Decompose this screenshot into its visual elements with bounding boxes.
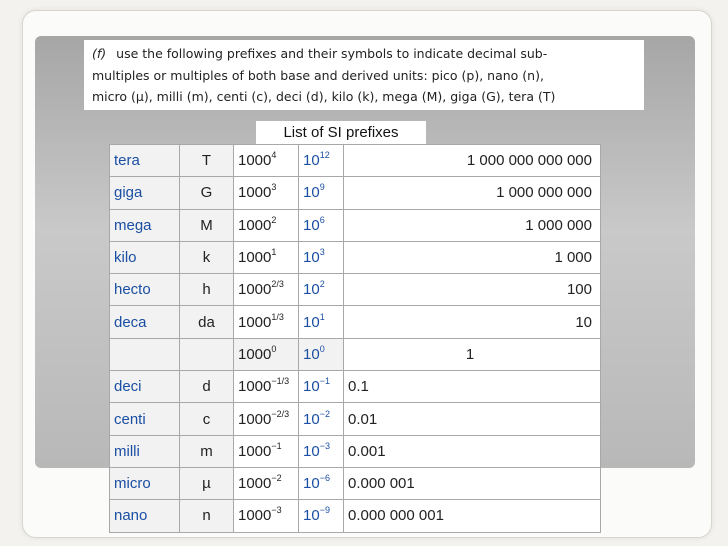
decimal-value: 0.1 [343, 370, 601, 404]
base-power: 1000−3 [233, 499, 299, 533]
scientific-power[interactable]: 10−1 [298, 370, 344, 404]
table-row: centi c 1000−2/3 10−2 0.01 [109, 402, 601, 436]
scientific-power[interactable]: 10−3 [298, 434, 344, 468]
base-power: 10001/3 [233, 305, 299, 339]
scientific-power[interactable]: 101 [298, 305, 344, 339]
base-power: 10000 [233, 337, 299, 372]
prefix-name[interactable]: giga [109, 176, 180, 210]
prefix-symbol: h [179, 273, 234, 307]
scientific-power[interactable]: 109 [298, 176, 344, 210]
prefix-name[interactable]: milli [109, 434, 180, 468]
rule-line-3: micro (µ), milli (m), centi (c), deci (d… [92, 89, 556, 104]
prefix-name[interactable]: hecto [109, 273, 180, 307]
table-row: deci d 1000−1/3 10−1 0.1 [109, 370, 601, 404]
scientific-power[interactable]: 10−6 [298, 466, 344, 501]
prefix-symbol: m [179, 434, 234, 468]
base-power: 1000−2 [233, 466, 299, 501]
decimal-value: 1 000 000 000 [343, 176, 601, 210]
table-row: micro µ 1000−2 10−6 0.000 001 [109, 466, 601, 501]
si-prefix-table: tera T 10004 1012 1 000 000 000 000 giga… [109, 143, 601, 533]
table-row: giga G 10003 109 1 000 000 000 [109, 176, 601, 210]
base-power: 1000−2/3 [233, 402, 299, 436]
base-power: 10003 [233, 176, 299, 210]
scientific-power[interactable]: 106 [298, 208, 344, 242]
prefix-name[interactable]: mega [109, 208, 180, 242]
prefix-name[interactable]: deca [109, 305, 180, 339]
table-row: nano n 1000−3 10−9 0.000 000 001 [109, 499, 601, 533]
table-row: hecto h 10002/3 102 100 [109, 273, 601, 307]
decimal-value: 1 [343, 337, 601, 372]
prefix-name[interactable]: nano [109, 499, 180, 533]
scientific-power[interactable]: 103 [298, 240, 344, 275]
base-power: 10002/3 [233, 273, 299, 307]
decimal-value: 0.01 [343, 402, 601, 436]
prefix-name[interactable]: centi [109, 402, 180, 436]
prefix-name[interactable]: micro [109, 466, 180, 501]
decimal-value: 1 000 000 000 000 [343, 143, 601, 178]
prefix-name[interactable]: kilo [109, 240, 180, 275]
table-row: kilo k 10001 103 1 000 [109, 240, 601, 275]
decimal-value: 1 000 [343, 240, 601, 275]
decimal-value: 1 000 000 [343, 208, 601, 242]
prefix-name[interactable]: deci [109, 370, 180, 404]
prefix-symbol: n [179, 499, 234, 533]
rule-line-1-text: use the following prefixes and their sym… [116, 46, 548, 61]
prefix-symbol: G [179, 176, 234, 210]
rule-line-2: multiples or multiples of both base and … [92, 67, 544, 83]
base-power: 10002 [233, 208, 299, 242]
rule-marker: (f) [92, 46, 107, 61]
scientific-power[interactable]: 102 [298, 273, 344, 307]
table-row: milli m 1000−1 10−3 0.001 [109, 434, 601, 468]
base-power: 10004 [233, 143, 299, 178]
prefix-symbol: da [179, 305, 234, 339]
base-power: 10001 [233, 240, 299, 275]
table-row: deca da 10001/3 101 10 [109, 305, 601, 339]
scientific-power[interactable]: 10−9 [298, 499, 344, 533]
prefix-symbol: k [179, 240, 234, 275]
rule-text-box: (f) use the following prefixes and their … [84, 40, 644, 110]
scientific-power[interactable]: 100 [298, 337, 344, 372]
decimal-value: 100 [343, 273, 601, 307]
table-row: mega M 10002 106 1 000 000 [109, 208, 601, 242]
decimal-value: 0.000 001 [343, 466, 601, 501]
table-row: tera T 10004 1012 1 000 000 000 000 [109, 143, 601, 178]
decimal-value: 0.001 [343, 434, 601, 468]
prefix-symbol: d [179, 370, 234, 404]
decimal-value: 10 [343, 305, 601, 339]
decimal-value: 0.000 000 001 [343, 499, 601, 533]
prefix-symbol: T [179, 143, 234, 178]
scientific-power[interactable]: 10−2 [298, 402, 344, 436]
prefix-symbol: µ [179, 466, 234, 501]
rule-line-1: (f) use the following prefixes and their … [92, 43, 636, 65]
prefix-name [109, 337, 180, 372]
prefix-symbol [179, 337, 234, 372]
base-power: 1000−1/3 [233, 370, 299, 404]
base-power: 1000−1 [233, 434, 299, 468]
table-caption: List of SI prefixes [256, 121, 426, 145]
scientific-power[interactable]: 1012 [298, 143, 344, 178]
table-row: 10000 100 1 [109, 337, 601, 372]
prefix-symbol: c [179, 402, 234, 436]
prefix-name[interactable]: tera [109, 143, 180, 178]
prefix-symbol: M [179, 208, 234, 242]
